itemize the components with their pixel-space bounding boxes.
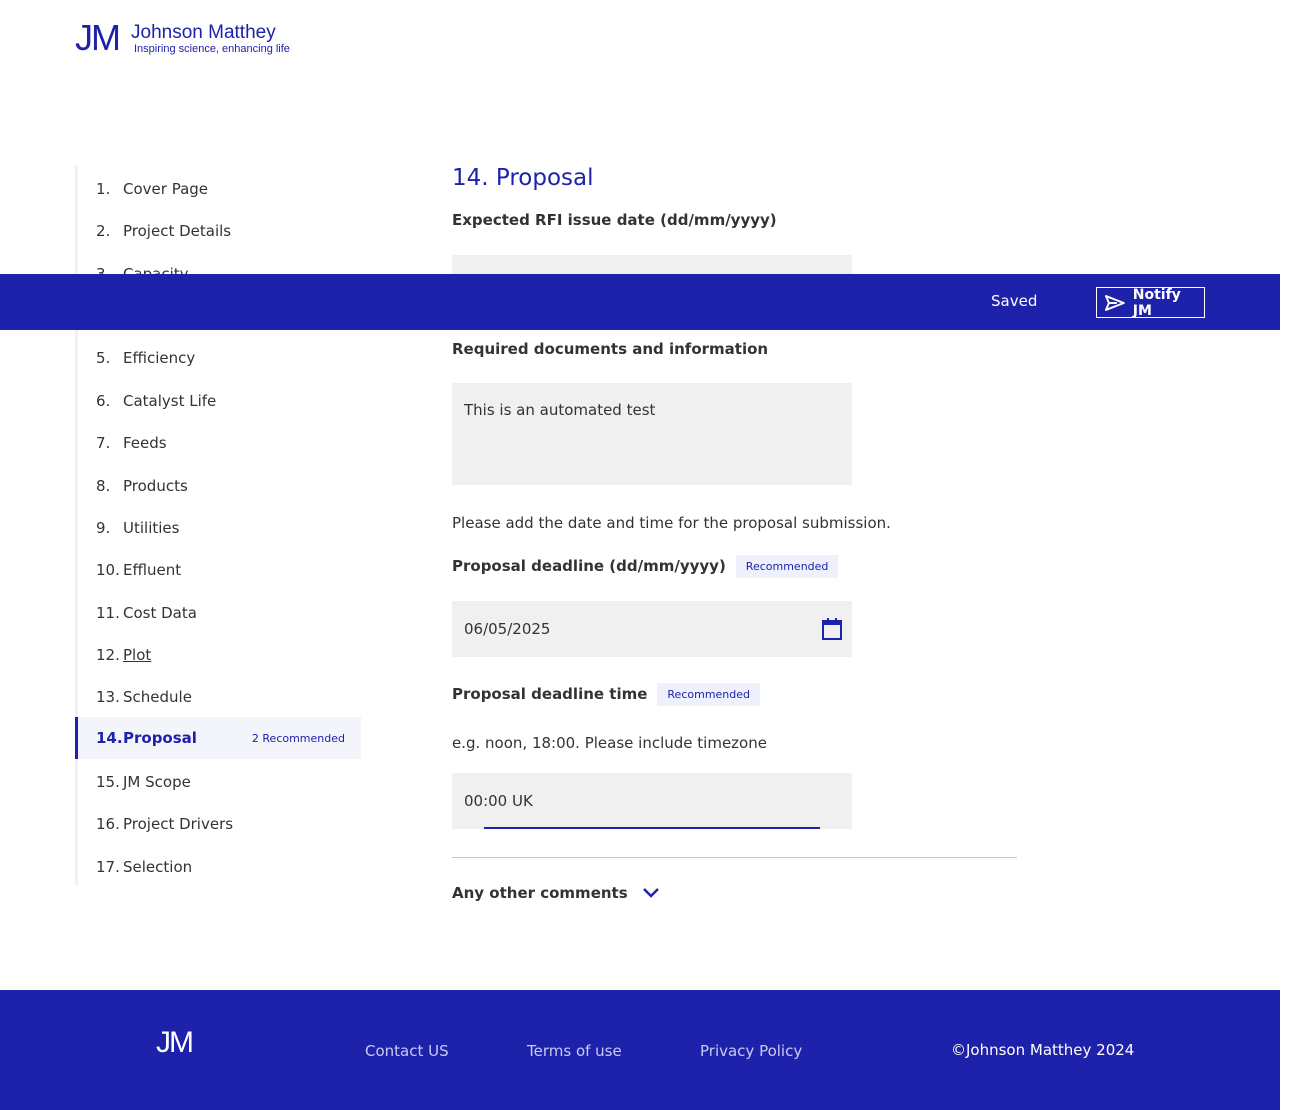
nav-item-efficiency[interactable]: 5. Efficiency	[78, 337, 361, 379]
calendar-icon[interactable]	[821, 617, 843, 645]
nav-item-utilities[interactable]: 9. Utilities	[78, 507, 361, 549]
other-comments-toggle[interactable]: Any other comments	[452, 883, 660, 903]
footer: JM Contact US Terms of use Privacy Polic…	[0, 990, 1280, 1110]
nav-item-project-drivers[interactable]: 16. Project Drivers	[78, 803, 361, 845]
brand-tagline: Inspiring science, enhancing life	[134, 43, 290, 55]
deadline-date-value: 06/05/2025	[464, 620, 551, 638]
nav-item-cost-data[interactable]: 11. Cost Data	[78, 592, 361, 634]
time-label: Proposal deadline time Recommended	[452, 683, 761, 706]
terms-of-use-link[interactable]: Terms of use	[527, 1042, 622, 1060]
page-title: 14. Proposal	[452, 165, 594, 191]
divider	[452, 857, 1017, 858]
privacy-policy-link[interactable]: Privacy Policy	[700, 1042, 802, 1060]
save-banner: Saved Notify JM	[0, 274, 1280, 330]
time-hint: e.g. noon, 18:00. Please include timezon…	[452, 734, 767, 752]
nav-item-jm-scope[interactable]: 15. JM Scope	[78, 761, 361, 803]
nav-item-feeds[interactable]: 7. Feeds	[78, 422, 361, 464]
recommended-tag: Recommended	[735, 555, 839, 578]
brand-logo[interactable]: JM Johnson Matthey Inspiring science, en…	[75, 20, 290, 56]
chevron-down-icon	[642, 885, 660, 903]
brand-name: Johnson Matthey	[131, 22, 276, 43]
nav-item-plot[interactable]: 12. Plot	[78, 634, 361, 676]
nav-item-proposal[interactable]: 14. Proposal 2 Recommended	[75, 717, 361, 759]
footer-jm-logo[interactable]: JM	[156, 1026, 194, 1060]
docs-label: Required documents and information	[452, 340, 769, 358]
section-nav: 1.Cover Page 2.Project Details 3.Capacit…	[75, 165, 361, 888]
nav-item-selection[interactable]: 17. Selection	[78, 846, 361, 888]
notify-jm-button[interactable]: Notify JM	[1096, 287, 1205, 319]
nav-item-schedule[interactable]: 13. Schedule	[78, 676, 361, 718]
instruction-text: Please add the date and time for the pro…	[452, 514, 891, 532]
nav-item-effluent[interactable]: 10. Effluent	[78, 549, 361, 591]
nav-item-project-details[interactable]: 2. Project Details	[78, 210, 361, 252]
nav-item-products[interactable]: 8. Products	[78, 465, 361, 507]
recommended-tag: Recommended	[657, 683, 761, 706]
deadline-label: Proposal deadline (dd/mm/yyyy) Recommende…	[452, 555, 839, 578]
jm-logo-mark: JM	[75, 17, 121, 58]
docs-textarea[interactable]: This is an automated test	[452, 383, 852, 485]
send-icon	[1105, 294, 1125, 311]
recommended-count-badge: 2 Recommended	[251, 731, 345, 745]
nav-item-cover-page[interactable]: 1. Cover Page	[78, 168, 361, 210]
deadline-time-input[interactable]: 00:00 UK	[452, 773, 852, 829]
input-focus-underline	[484, 827, 820, 829]
contact-us-link[interactable]: Contact US	[365, 1042, 449, 1060]
copyright: ©Johnson Matthey 2024	[951, 1041, 1135, 1059]
save-status: Saved	[991, 292, 1038, 310]
nav-item-catalyst-life[interactable]: 6. Catalyst Life	[78, 380, 361, 422]
rfi-date-label: Expected RFI issue date (dd/mm/yyyy)	[452, 211, 777, 229]
deadline-date-field[interactable]: 06/05/2025	[452, 601, 852, 657]
rfi-date-field[interactable]	[452, 255, 852, 274]
